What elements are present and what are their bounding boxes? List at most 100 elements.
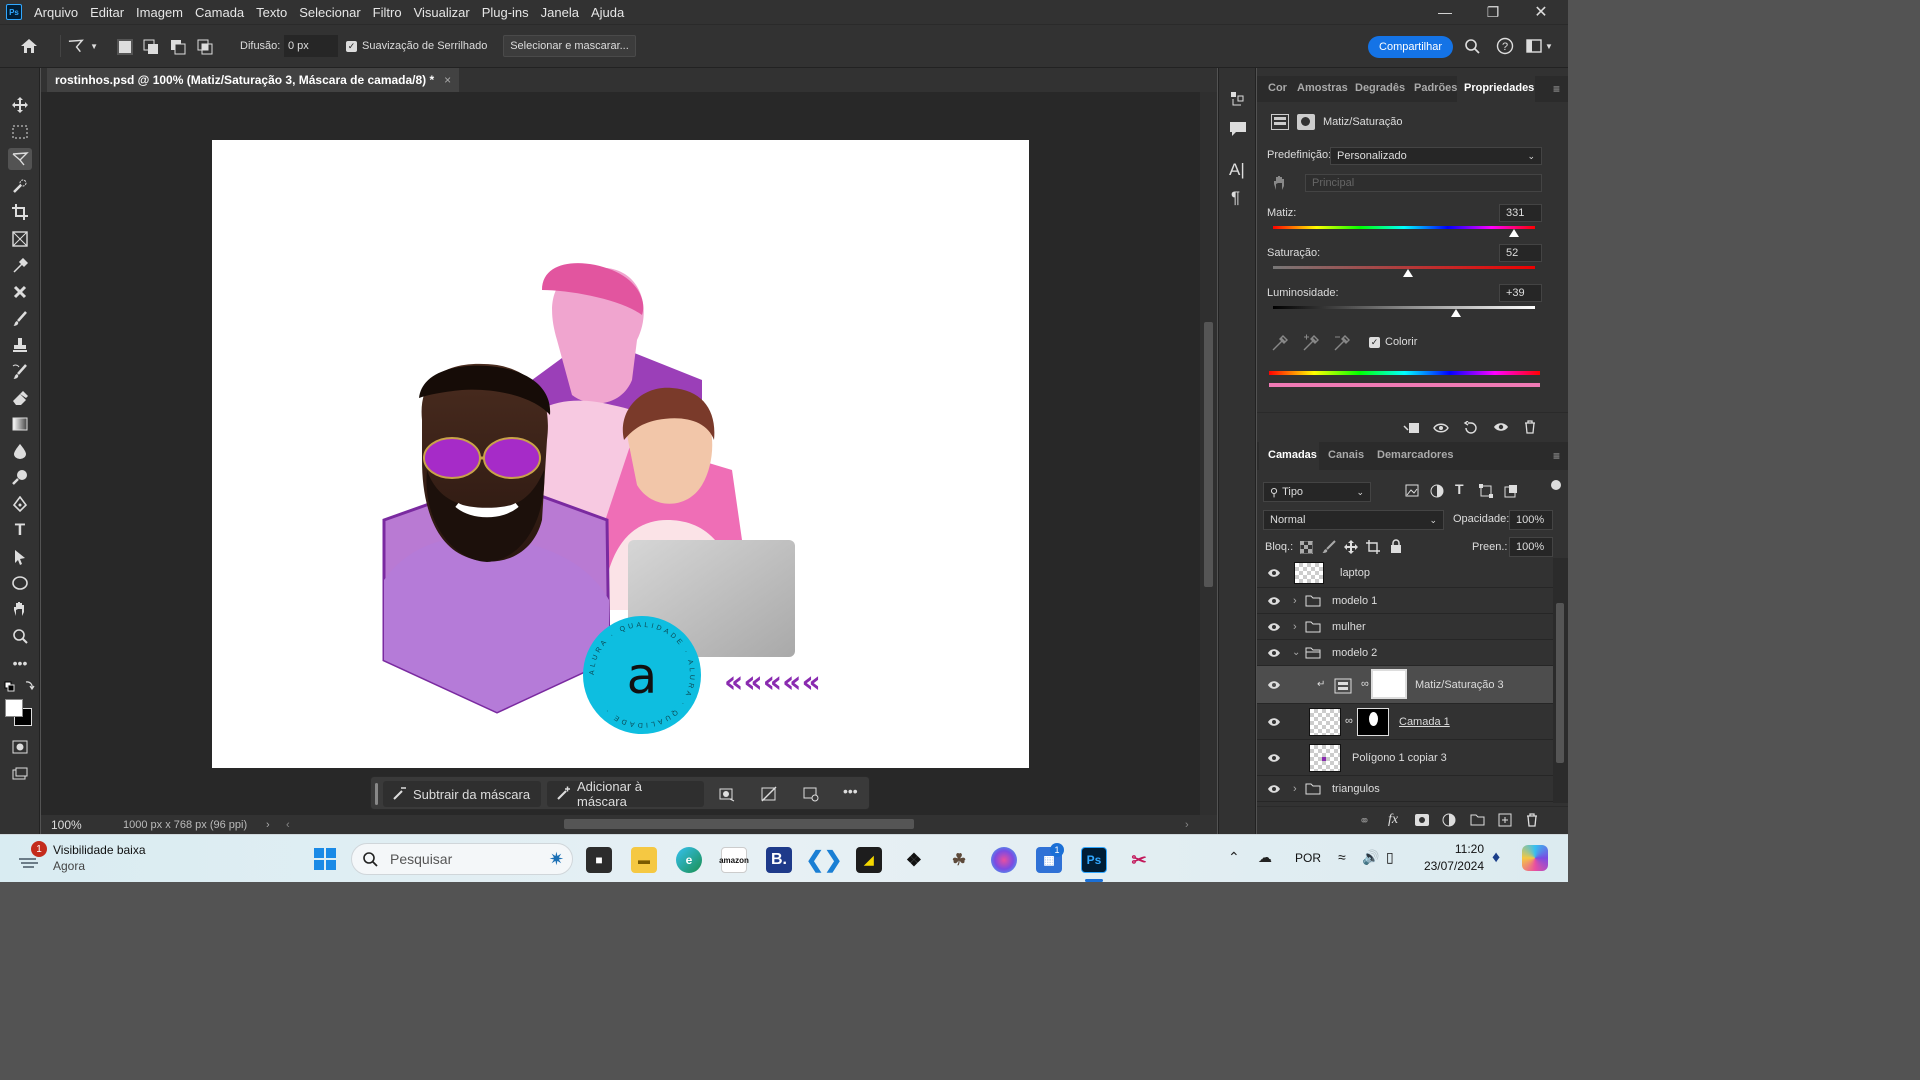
taskbar-search-box[interactable]: Pesquisar ✷ — [351, 843, 573, 875]
color-picker-app-icon[interactable] — [991, 847, 1017, 873]
link-icon[interactable]: ∞ — [1361, 678, 1369, 690]
tab-padroes[interactable]: Padrões — [1414, 82, 1457, 94]
filter-smart-object-icon[interactable] — [1504, 484, 1518, 501]
paragraph-panel-icon[interactable]: ¶ — [1231, 188, 1240, 208]
language-indicator[interactable]: POR — [1295, 851, 1321, 865]
close-icon[interactable]: ✕ — [1518, 0, 1564, 24]
vertical-scrollbar[interactable] — [1200, 92, 1217, 815]
disable-mask-icon[interactable] — [761, 786, 777, 805]
tab-camadas[interactable]: Camadas — [1268, 449, 1317, 461]
onedrive-icon[interactable]: ☁ — [1258, 849, 1272, 866]
vscode-icon[interactable]: ❮❯ — [806, 847, 843, 873]
lasso-tool-preset-icon[interactable]: ▼ — [60, 35, 98, 57]
crop-tool-icon[interactable] — [8, 201, 32, 223]
type-tool-icon[interactable]: T — [8, 519, 32, 541]
layer-row-camada-1[interactable]: ∞ Camada 1 — [1257, 704, 1553, 740]
layer-name[interactable]: laptop — [1340, 567, 1370, 579]
blur-tool-icon[interactable] — [8, 440, 32, 462]
battery-icon[interactable]: ▯ — [1386, 849, 1394, 866]
gradient-tool-icon[interactable] — [8, 413, 32, 435]
menu-imagem[interactable]: Imagem — [130, 5, 189, 20]
ellipse-tool-icon[interactable] — [8, 572, 32, 594]
tab-degrades[interactable]: Degradês — [1355, 82, 1405, 94]
horizontal-scrollbar[interactable] — [564, 819, 914, 829]
filter-type-icon[interactable]: T — [1455, 481, 1464, 497]
layer-row-mulher[interactable]: › mulher — [1257, 614, 1553, 640]
eye-icon[interactable] — [1267, 566, 1281, 580]
share-button[interactable]: Compartilhar — [1368, 36, 1453, 58]
zoom-tool-icon[interactable] — [8, 625, 32, 647]
layer-name[interactable]: Polígono 1 copiar 3 — [1352, 752, 1447, 764]
snipping-tool-icon[interactable]: ✂ — [1126, 847, 1152, 873]
targeted-adjustment-icon[interactable] — [1271, 173, 1289, 194]
hscroll-right-icon[interactable]: › — [1185, 819, 1189, 831]
subtract-from-mask-button[interactable]: Subtrair da máscara — [383, 781, 541, 807]
new-selection-icon[interactable] — [117, 39, 133, 55]
layer-row-modelo-1[interactable]: › modelo 1 — [1257, 588, 1553, 614]
document-canvas[interactable]: ««««« ALURA · QUALIDADE · ALURA · QUALID… — [212, 140, 1029, 768]
search-icon[interactable] — [1464, 35, 1484, 57]
menu-janela[interactable]: Janela — [535, 5, 585, 20]
chevron-right-icon[interactable]: › — [1293, 595, 1297, 607]
zoom-level[interactable]: 100% — [41, 818, 105, 832]
hue-slider-track[interactable] — [1273, 226, 1535, 229]
lock-pixels-icon[interactable] — [1322, 540, 1336, 557]
file-explorer-icon[interactable]: ▬ — [631, 847, 657, 873]
lasso-tool-icon[interactable] — [8, 148, 32, 170]
blend-mode-select[interactable]: Normal ⌄ — [1263, 510, 1444, 530]
chevron-down-icon[interactable]: ⌄ — [1292, 647, 1300, 658]
wifi-icon[interactable]: ≈ — [1338, 849, 1346, 865]
tab-propriedades[interactable]: Propriedades — [1464, 82, 1534, 94]
fill-input[interactable]: 100% — [1509, 537, 1553, 557]
panel-menu-icon[interactable]: ≡ — [1553, 82, 1560, 96]
visibility-icon[interactable] — [1493, 421, 1509, 436]
minimize-icon[interactable]: — — [1422, 0, 1468, 24]
clip-to-layer-icon[interactable] — [1403, 421, 1421, 438]
widget-title[interactable]: Visibilidade baixa — [53, 843, 146, 857]
status-arrow-icon[interactable]: › — [266, 819, 270, 831]
saturation-slider-thumb[interactable] — [1403, 269, 1413, 277]
subtract-selection-icon[interactable] — [170, 38, 188, 56]
mask-settings-icon[interactable] — [803, 786, 819, 805]
gimp-icon[interactable]: ☘ — [946, 847, 972, 873]
layers-menu-icon[interactable]: ≡ — [1553, 449, 1560, 463]
fx-icon[interactable]: fx — [1388, 812, 1398, 828]
layer-name[interactable]: Camada 1 — [1399, 716, 1450, 728]
eye-icon[interactable] — [1267, 594, 1281, 608]
lock-transparency-icon[interactable] — [1299, 540, 1314, 557]
layers-scroll-thumb[interactable] — [1556, 603, 1564, 763]
tab-amostras[interactable]: Amostras — [1297, 82, 1348, 94]
new-adjustment-icon[interactable] — [1442, 813, 1456, 830]
layer-filter-select[interactable]: ⚲ Tipo ⌄ — [1263, 482, 1371, 502]
link-layers-icon[interactable]: ⚭ — [1359, 813, 1370, 829]
clock-date[interactable]: 23/07/2024 — [1414, 859, 1484, 873]
dodge-tool-icon[interactable] — [8, 466, 32, 488]
stamp-tool-icon[interactable] — [8, 334, 32, 356]
add-selection-icon[interactable] — [143, 38, 161, 56]
quick-selection-tool-icon[interactable] — [8, 175, 32, 197]
hue-input[interactable]: 331 — [1499, 204, 1542, 222]
close-tab-icon[interactable]: × — [444, 73, 451, 87]
swap-colors-icon[interactable] — [2, 680, 38, 692]
hscroll-left-icon[interactable]: ‹ — [286, 819, 290, 831]
lightness-slider-track[interactable] — [1273, 306, 1535, 309]
tab-cor[interactable]: Cor — [1268, 82, 1287, 94]
quick-mask-icon[interactable] — [8, 736, 32, 758]
home-icon[interactable] — [16, 35, 42, 57]
eye-icon[interactable] — [1267, 782, 1281, 796]
chevron-right-icon[interactable]: › — [1293, 621, 1297, 633]
restore-icon[interactable]: ❐ — [1470, 0, 1516, 24]
booking-icon[interactable]: B. — [766, 847, 792, 873]
eye-icon[interactable] — [1267, 715, 1281, 729]
layers-scrollbar[interactable] — [1553, 558, 1568, 803]
layer-row-modelo-2[interactable]: ⌄ modelo 2 — [1257, 640, 1553, 666]
eyedropper-tool-icon[interactable] — [8, 255, 32, 277]
lock-artboard-icon[interactable] — [1366, 540, 1380, 557]
marquee-tool-icon[interactable] — [8, 121, 32, 143]
layer-mask-thumbnail[interactable] — [1357, 708, 1389, 736]
photoshop-taskbar-icon[interactable]: Ps — [1081, 847, 1107, 873]
copilot-icon[interactable] — [1522, 845, 1548, 871]
frame-tool-icon[interactable] — [8, 228, 32, 250]
document-tab[interactable]: rostinhos.psd @ 100% (Matiz/Saturação 3,… — [47, 68, 460, 92]
filter-adjustment-icon[interactable] — [1430, 484, 1444, 501]
